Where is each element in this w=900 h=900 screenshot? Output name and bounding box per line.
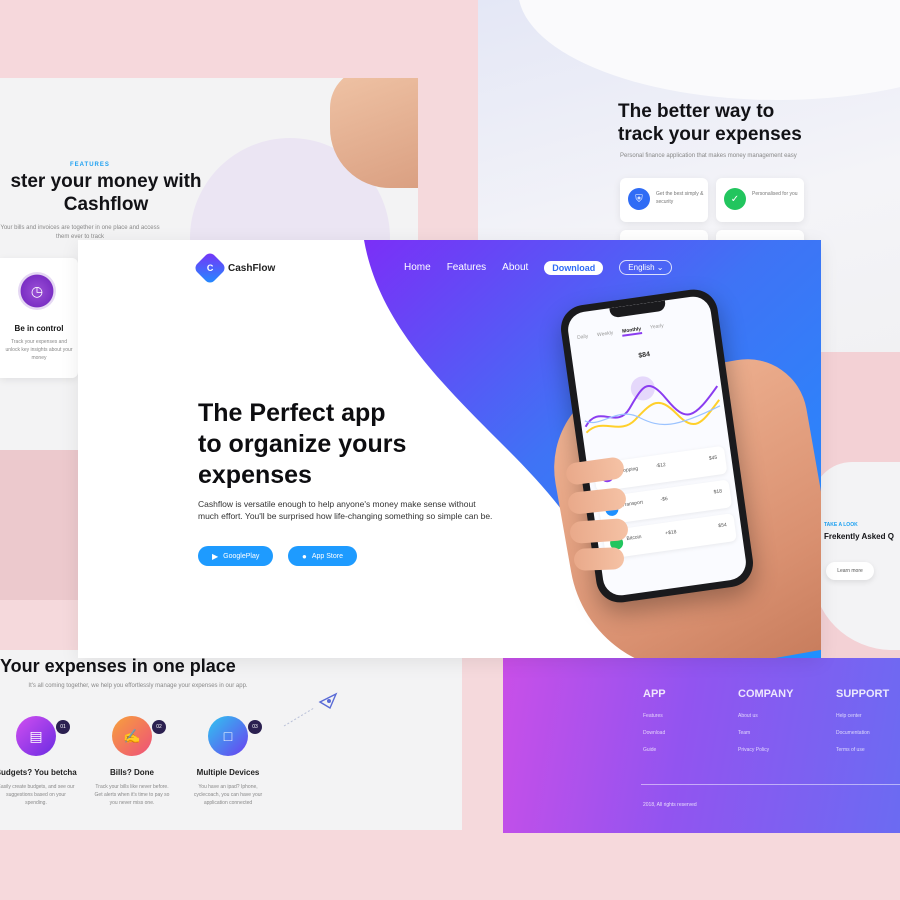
step-badge: 01 [56, 720, 70, 734]
hero-panel: C CashFlow Home Features About Download … [78, 240, 821, 658]
footer-heading: COMPANY [738, 688, 794, 700]
feature-card-control[interactable]: ◷ Be in control Track your expenses and … [0, 258, 78, 378]
check-icon: ✓ [724, 188, 746, 210]
feature-card-description: Track your expenses and unlock key insig… [5, 339, 73, 361]
cashflow-logo-icon: C [193, 251, 227, 285]
logo-glyph: C [206, 263, 214, 273]
play-icon: ▶ [212, 551, 219, 561]
logo-text: CashFlow [228, 262, 276, 274]
transaction-total: $18 [713, 488, 723, 496]
rocket-icon [283, 692, 338, 727]
google-play-button[interactable]: ▶ GooglePlay [198, 546, 274, 566]
footer-column-support: SUPPORT Help center Documentation Terms … [836, 688, 889, 759]
finger [569, 518, 629, 544]
expenses-title: Your expenses in one place [0, 656, 236, 676]
step-badge: 02 [152, 720, 166, 734]
phone-tabs: Daily Weekly Monthly Yearly [577, 323, 665, 343]
better-way-title-line2: track your expenses [618, 124, 802, 145]
top-nav: Home Features About Download English ⌄ [404, 260, 673, 275]
expenses-panel: Your expenses in one place It's all comi… [0, 650, 462, 830]
expense-item-description: You have an ipad? Iphone, cyclecoach, yo… [193, 784, 263, 806]
document-icon: ▤ 01 [16, 716, 70, 756]
expense-item-description: Easily create budgets, and see our sugge… [0, 784, 75, 806]
phone-notch [609, 300, 667, 319]
hand-fingers [564, 450, 636, 580]
benefit-card-text: Personalised for you [752, 191, 798, 197]
footer-link[interactable]: Download [643, 725, 666, 742]
phone-tab-active[interactable]: Monthly [621, 326, 642, 337]
footer-column-app: APP Features Download Guide [643, 688, 666, 759]
google-play-label: GooglePlay [223, 552, 260, 560]
hero-headline-line1: The Perfect app [198, 399, 386, 427]
hero-headline-line2: to organize yours [198, 430, 407, 458]
feature-card-title: Be in control [14, 324, 64, 333]
footer-heading: SUPPORT [836, 688, 890, 700]
better-way-description: Personal finance application that makes … [620, 153, 797, 159]
footer-link[interactable]: Help center [836, 708, 889, 725]
phone-tab[interactable]: Yearly [650, 323, 665, 333]
app-store-label: App Store [311, 552, 343, 560]
decorative-wave [518, 0, 900, 100]
expense-item-devices: □ 03 Multiple Devices You have an ipad? … [168, 716, 288, 807]
nav-about[interactable]: About [502, 262, 528, 273]
footer-divider [641, 784, 900, 785]
chevron-down-icon: ⌄ [656, 263, 664, 272]
footer-heading: APP [643, 688, 666, 700]
better-way-title: The better way to track your expenses [618, 100, 802, 146]
hero-headline: The Perfect app to organize yours expens… [198, 398, 498, 491]
footer-panel: APP Features Download Guide COMPANY Abou… [503, 658, 900, 833]
language-select[interactable]: English ⌄ [619, 260, 673, 275]
logo[interactable]: C CashFlow [193, 251, 276, 285]
background-pink-bottom [0, 830, 900, 900]
footer-link[interactable]: Guide [643, 742, 666, 759]
phone-tab[interactable]: Weekly [597, 330, 614, 340]
footer-column-company: COMPANY About us Team Privacy Policy [738, 688, 793, 759]
devices-icon: □ 03 [208, 716, 262, 756]
footer-link[interactable]: Terms of use [836, 742, 889, 759]
expenses-description: It's all coming together, we help you ef… [28, 683, 248, 689]
clock-icon: ◷ [18, 272, 56, 310]
footer-link[interactable]: Privacy Policy [738, 742, 793, 759]
step-badge: 03 [248, 720, 262, 734]
footer-link[interactable]: Team [738, 725, 793, 742]
finger [573, 547, 625, 571]
expense-item-description: Track your bills like never before. Get … [94, 784, 170, 806]
transaction-amount: +$18 [664, 529, 677, 537]
download-button[interactable]: Download [544, 260, 604, 275]
benefit-card-security[interactable]: ⛨ Get the best simply & security [620, 178, 708, 222]
transaction-amount: -$12 [655, 461, 667, 470]
footer-link[interactable]: Features [643, 708, 666, 725]
shield-icon: ⛨ [628, 188, 650, 210]
hero-headline-line3: expenses [198, 461, 312, 489]
features-title: ster your money with Cashflow [10, 171, 202, 215]
features-eyebrow: FEATURES [70, 162, 110, 168]
transaction-amount: -$6 [660, 496, 669, 504]
finger [567, 487, 627, 515]
better-way-title-line1: The better way to [618, 101, 775, 122]
hero-subtext: Cashflow is versatile enough to help any… [198, 499, 493, 521]
transaction-total: $54 [718, 522, 728, 530]
phone-wave-chart [584, 376, 721, 434]
background-pink-left [0, 450, 80, 600]
transaction-total: $45 [708, 454, 718, 462]
background-pink-top [0, 0, 480, 80]
learn-more-button[interactable]: Learn more [826, 562, 874, 580]
app-store-button[interactable]: ● App Store [288, 546, 357, 566]
finger [564, 456, 626, 486]
hand-coin-icon: ✍ 02 [112, 716, 166, 756]
benefit-card-personalised[interactable]: ✓ Personalised for you [716, 178, 804, 222]
phone-tab[interactable]: Daily [577, 334, 589, 343]
nav-features[interactable]: Features [447, 262, 486, 273]
benefit-card-text: Get the best simply & security [656, 191, 704, 205]
nav-home[interactable]: Home [404, 262, 431, 273]
language-value: English [628, 263, 655, 272]
expense-item-title: Multiple Devices [196, 768, 260, 777]
footer-link[interactable]: About us [738, 708, 793, 725]
apple-icon: ● [302, 551, 307, 561]
footer-link[interactable]: Documentation [836, 725, 889, 742]
footer-copyright: 2018, All rights reserved [643, 802, 697, 808]
faq-eyebrow: TAKE A LOOK [824, 522, 858, 528]
faq-title: Frekently Asked Q [824, 532, 894, 541]
